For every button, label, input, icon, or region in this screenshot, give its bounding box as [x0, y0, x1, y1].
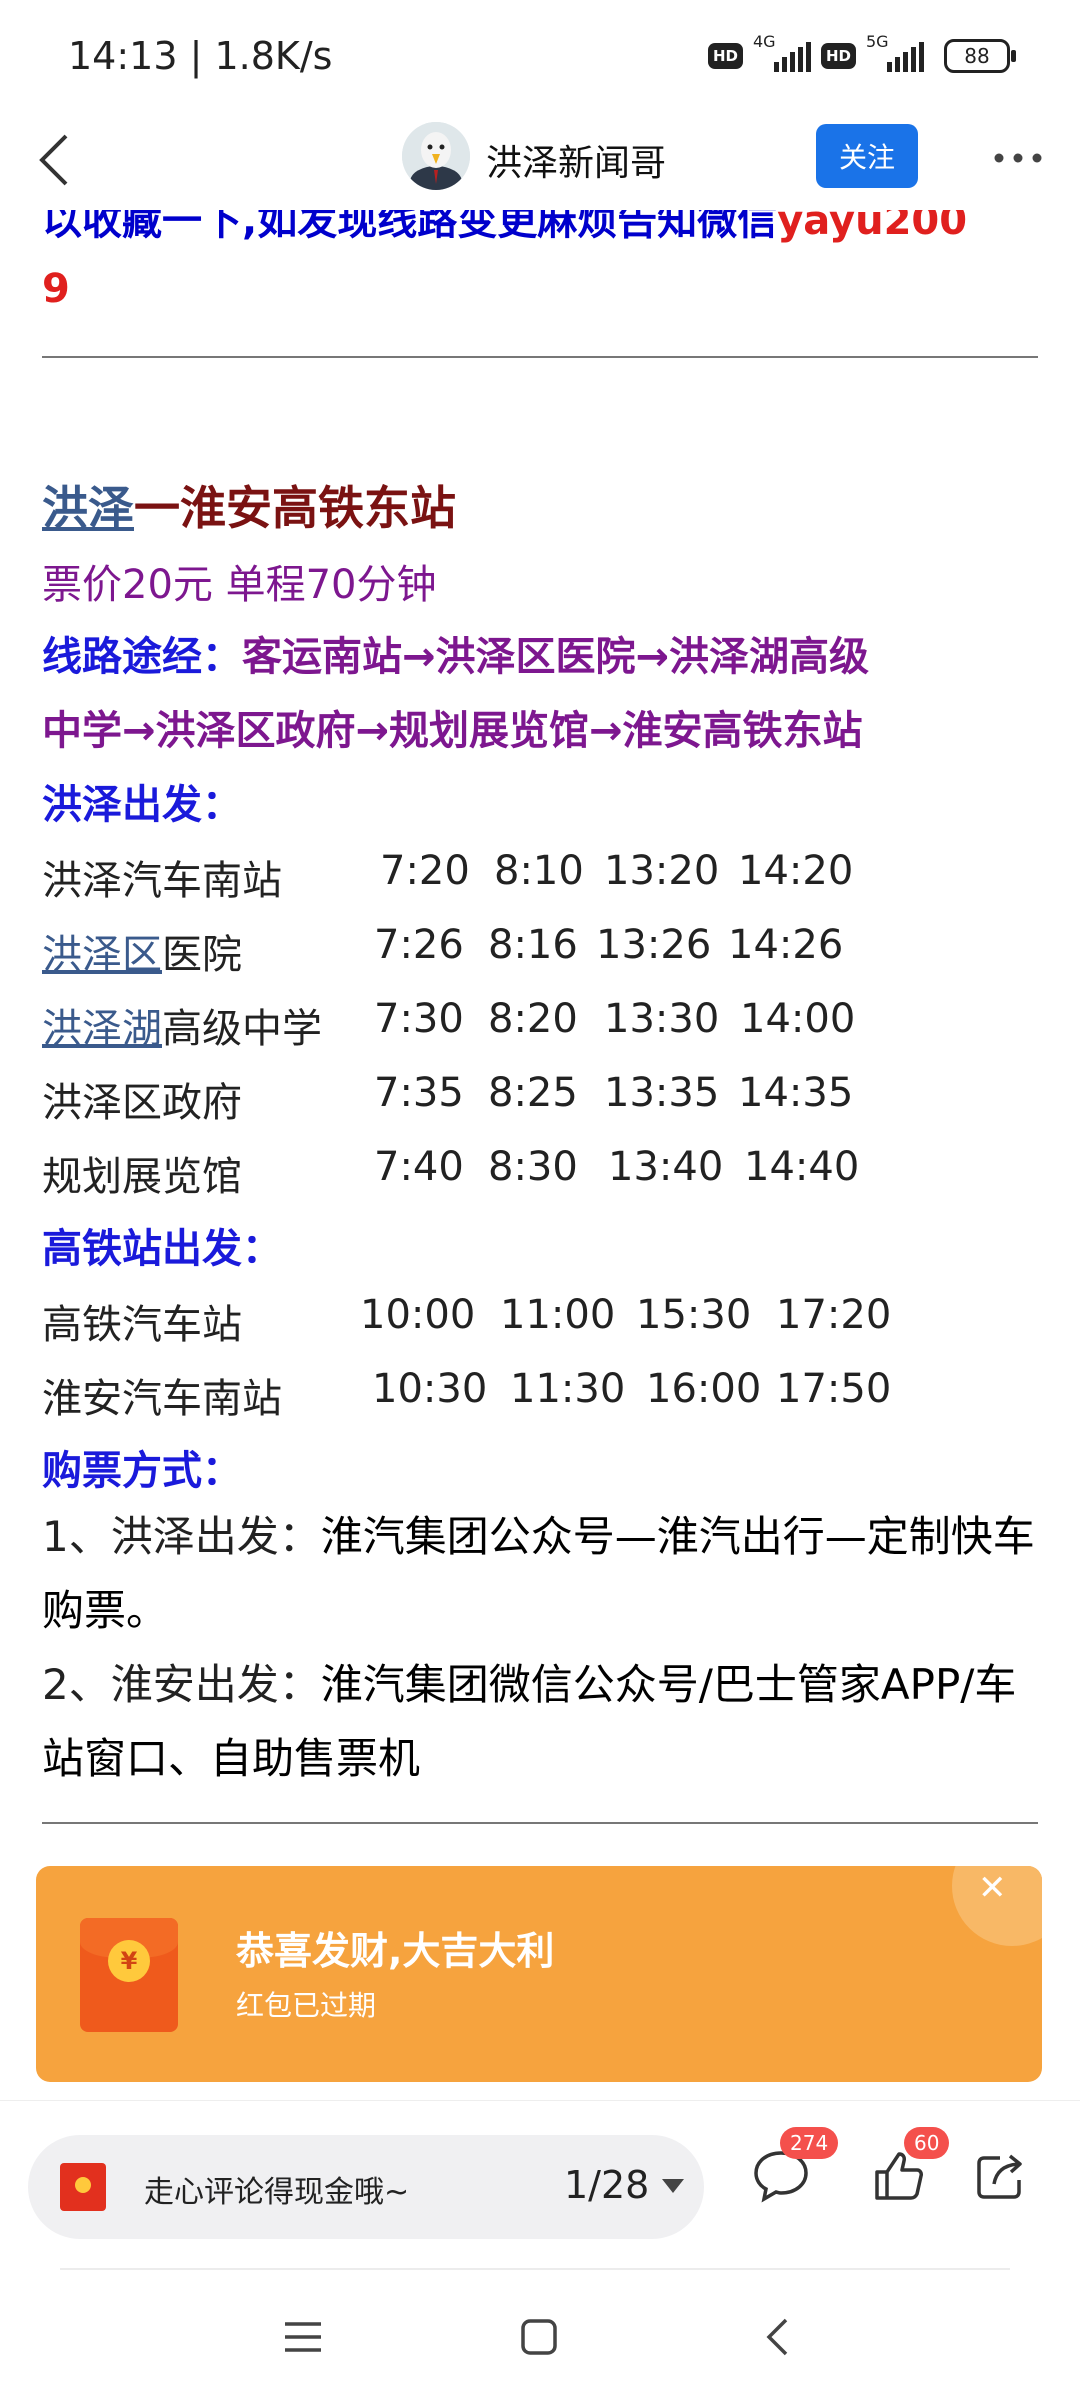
- comment-input[interactable]: 走心评论得现金哦~ 1/28: [28, 2135, 704, 2239]
- like-button[interactable]: 60: [864, 2127, 950, 2211]
- follow-button[interactable]: 关注: [816, 124, 918, 188]
- comments-button[interactable]: 274: [746, 2127, 839, 2211]
- schedule-row: 规划展览馆 7:40 8:30 13:40 14:40: [42, 1144, 860, 1200]
- author-avatar[interactable]: [402, 122, 470, 190]
- route-path-line-1: 线路途经：客运南站→洪泽区医院→洪泽湖高级: [42, 634, 870, 680]
- clipped-text-tail: 9: [42, 266, 70, 312]
- depart-hongze-heading: 洪泽出发：: [42, 782, 242, 828]
- chevron-left-icon: [39, 134, 68, 186]
- back-button[interactable]: [22, 128, 86, 192]
- ticket-heading: 购票方式：: [42, 1448, 242, 1494]
- hd-badge-sim1: HD: [707, 43, 743, 69]
- schedule-row: 洪泽湖高级中学 7:30 8:20 13:30 14:00: [42, 996, 856, 1052]
- likes-count-badge: 60: [904, 2127, 950, 2159]
- home-square-icon: [521, 2319, 557, 2355]
- signal-icon-sim1: 4G: [753, 32, 811, 76]
- route-title-link[interactable]: 洪泽: [42, 481, 134, 535]
- author-name[interactable]: 洪泽新闻哥: [486, 134, 666, 186]
- share-icon: [977, 2154, 1022, 2199]
- red-packet-icon: [60, 2163, 106, 2211]
- hongze-district-link[interactable]: 洪泽区: [42, 932, 162, 978]
- red-envelope-icon: ¥: [80, 1918, 178, 2032]
- nav-home-button[interactable]: [514, 2314, 564, 2360]
- status-bar: 14:13 | 1.8K/s HD 4G HD 5G 88: [0, 0, 1080, 110]
- hongze-lake-link[interactable]: 洪泽湖: [42, 1006, 162, 1052]
- comment-placeholder: 走心评论得现金哦~: [144, 2175, 410, 2210]
- caret-down-icon[interactable]: [662, 2179, 684, 2193]
- signal-icon-sim2: 5G: [866, 32, 924, 76]
- more-dots-icon: [994, 153, 1042, 163]
- depart-station-heading: 高铁站出发：: [42, 1226, 282, 1272]
- route-path-line-2: 中学→洪泽区政府→规划展览馆→淮安高铁东站: [42, 708, 863, 754]
- status-time: 14:13 | 1.8K/s: [68, 34, 333, 78]
- status-icons: HD 4G HD 5G 88: [707, 32, 1016, 76]
- schedule-row: 洪泽区医院 7:26 8:16 13:26 14:26: [42, 922, 844, 978]
- route-title: 洪泽一淮安高铁东站: [42, 481, 456, 535]
- schedule-row: 淮安汽车南站 10:30 11:30 16:00 17:50: [42, 1366, 892, 1422]
- divider: [42, 356, 1038, 358]
- divider: [60, 2268, 1010, 2270]
- close-icon: ✕: [978, 1868, 1007, 1908]
- page-indicator[interactable]: 1/28: [564, 2163, 649, 2207]
- schedule-row: 高铁汽车站 10:00 11:00 15:30 17:20: [42, 1292, 892, 1348]
- clipped-text-line: 以收藏一下,如发现线路变更麻烦告知微信yayu200: [42, 210, 968, 244]
- comments-count-badge: 274: [780, 2127, 839, 2159]
- schedule-row: 洪泽汽车南站 7:20 8:10 13:20 14:20: [42, 848, 854, 904]
- ticket-method-1: 1、洪泽出发：淮汽集团公众号—淮汽出行—定制快车购票。: [42, 1512, 1035, 1635]
- battery-icon: 88: [944, 39, 1016, 73]
- system-nav-bar: [0, 2272, 1080, 2400]
- coin-icon: ¥: [108, 1940, 150, 1982]
- hd-badge-sim2: HD: [820, 43, 856, 69]
- chevron-left-icon: [766, 2318, 788, 2356]
- menu-icon: [285, 2322, 321, 2352]
- eagle-avatar-icon: [402, 122, 470, 190]
- schedule-row: 洪泽区政府 7:35 8:25 13:35 14:35: [42, 1070, 854, 1126]
- nav-back-button[interactable]: [752, 2314, 802, 2360]
- banner-subtitle: 红包已过期: [236, 1989, 377, 2022]
- battery-level: 88: [964, 44, 990, 68]
- banner-title: 恭喜发财,大吉大利: [236, 1929, 555, 1973]
- nav-menu-button[interactable]: [278, 2314, 328, 2360]
- bottom-action-bar: 走心评论得现金哦~ 1/28 274 60: [0, 2100, 1080, 2271]
- article-header: 洪泽新闻哥 关注: [0, 110, 1080, 210]
- more-options-button[interactable]: [988, 134, 1048, 182]
- share-button[interactable]: [966, 2141, 1036, 2211]
- banner-close-button[interactable]: ✕: [952, 1866, 1042, 1946]
- divider: [42, 1822, 1038, 1824]
- ticket-method-2: 2、淮安出发：淮汽集团微信公众号/巴士管家APP/车站窗口、自助售票机: [42, 1660, 1017, 1783]
- article-body: 以收藏一下,如发现线路变更麻烦告知微信yayu200 9 洪泽一淮安高铁东站 票…: [0, 210, 1080, 2100]
- price-line: 票价20元 单程70分钟: [42, 562, 437, 608]
- red-packet-banner[interactable]: ✕ ¥ 恭喜发财,大吉大利 红包已过期: [36, 1866, 1042, 2082]
